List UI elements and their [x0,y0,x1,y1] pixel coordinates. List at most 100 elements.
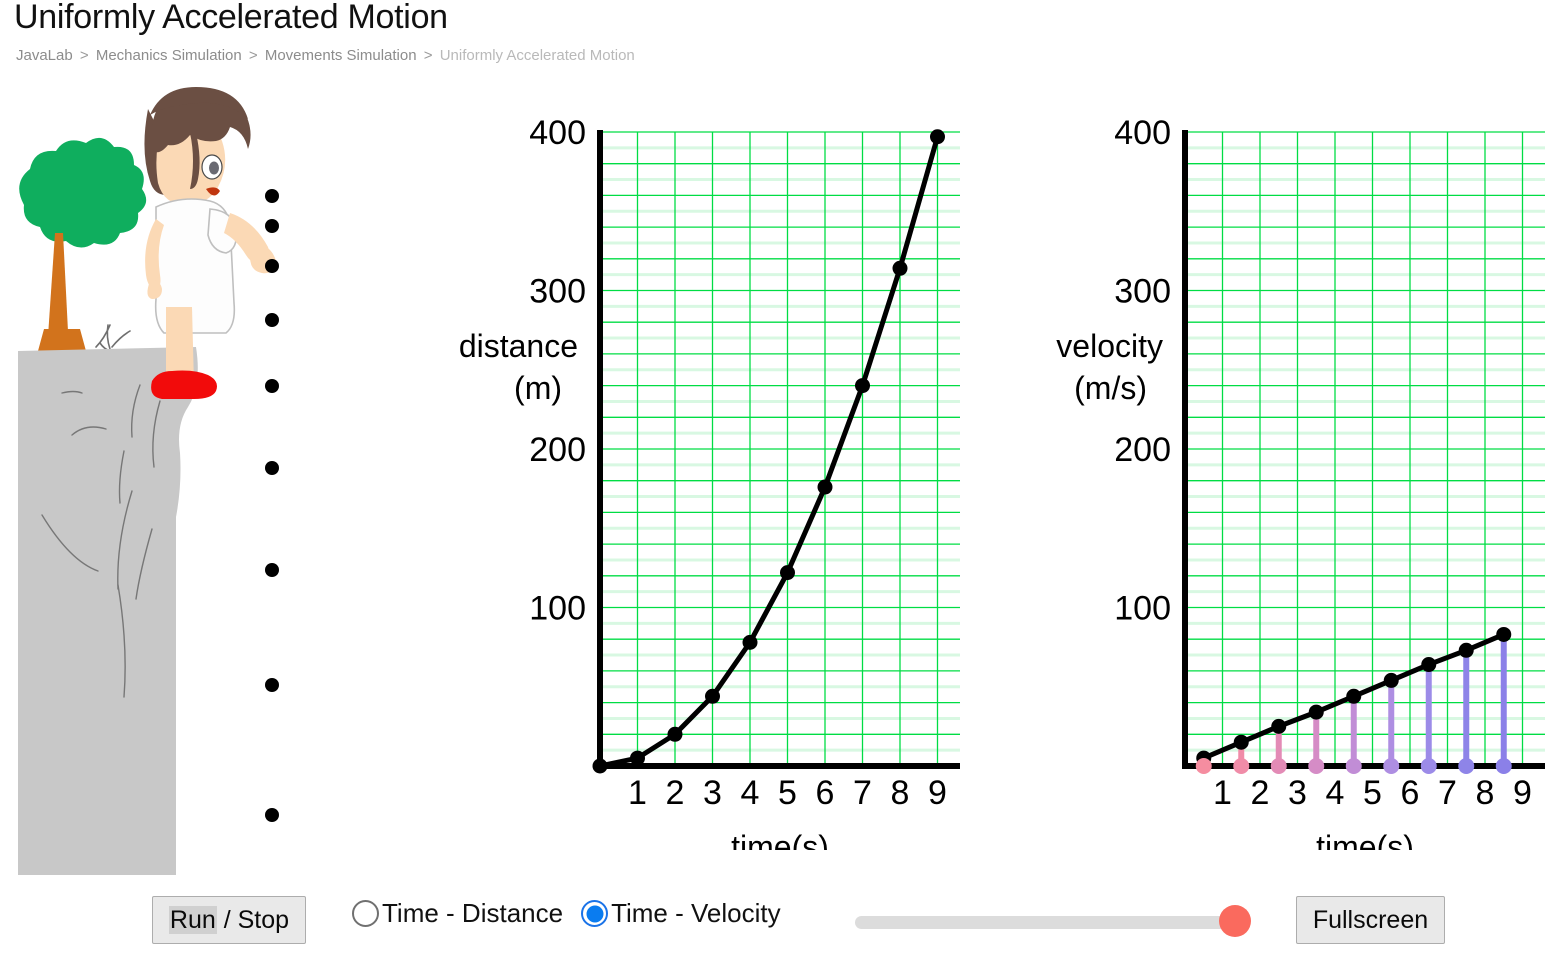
y-axis-label-unit: (m/s) [1074,370,1147,406]
data-point [1308,704,1324,720]
ball [265,563,279,577]
simulation-scene [0,85,300,875]
fullscreen-button[interactable]: Fullscreen [1296,896,1445,944]
data-point [630,750,645,766]
radio-label-time-velocity: Time - Velocity [611,898,781,928]
y-tick-label: 200 [1114,431,1171,469]
breadcrumb: JavaLab > Mechanics Simulation > Movemen… [16,47,635,64]
breadcrumb-item-javalab[interactable]: JavaLab [16,47,73,64]
y-tick-label: 400 [529,114,586,152]
x-tick-label: 6 [816,774,835,812]
y-tick-label: 100 [529,590,586,628]
drop-line-foot [1233,758,1250,774]
speed-slider[interactable] [855,905,1251,937]
x-tick-label: 7 [853,774,872,812]
x-tick-label: 1 [1213,774,1232,812]
ball [265,189,279,203]
data-point [1421,657,1437,673]
breadcrumb-separator: > [248,47,258,64]
y-tick-label: 100 [1114,590,1171,628]
x-tick-label: 9 [1513,774,1532,812]
data-point [780,565,795,581]
cliff [18,347,198,875]
data-point [592,758,608,774]
data-point [705,688,720,704]
run-stop-label-highlight: Run [168,905,217,934]
data-point [1271,718,1287,734]
drop-line-foot [1495,758,1512,774]
breadcrumb-item-movements-simulation[interactable]: Movements Simulation [265,47,417,64]
data-point [1233,734,1249,750]
drop-line-foot [1458,758,1475,774]
grass-icon [95,324,131,352]
y-tick-label: 400 [1114,114,1171,152]
x-tick-label: 8 [1476,774,1495,812]
data-point [1383,672,1399,688]
data-point [930,129,945,145]
radio-time-velocity[interactable]: Time - Velocity [581,898,781,929]
radio-time-distance[interactable]: Time - Distance [352,898,563,929]
x-tick-label: 8 [891,774,910,812]
mode-radio-group: Time - Distance Time - Velocity [352,898,781,929]
data-point [855,378,870,394]
run-stop-label-rest: / Stop [216,905,290,934]
data-point [1346,688,1362,704]
x-tick-label: 6 [1401,774,1420,812]
x-tick-label: 2 [666,774,685,812]
data-point [1458,642,1474,658]
falling-balls [265,189,279,822]
ball [265,461,279,475]
drop-line-foot [1420,758,1437,774]
y-tick-label: 300 [529,273,586,311]
slider-track[interactable] [855,916,1227,929]
x-tick-label: 2 [1251,774,1270,812]
drop-line-foot [1195,758,1212,774]
data-point [742,634,758,650]
drop-line-foot [1345,758,1362,774]
radio-dot-time-velocity[interactable] [581,900,609,927]
run-stop-button[interactable]: Run / Stop [152,896,306,944]
x-tick-label: 4 [741,774,760,812]
radio-dot-time-distance[interactable] [352,900,379,927]
data-point [892,260,908,276]
drop-line-foot [1308,758,1325,774]
breadcrumb-item-mechanics-simulation[interactable]: Mechanics Simulation [96,47,242,64]
distance-graph: 100 200 300 400 1 2 3 4 5 6 7 8 9 time(s) distance (m) [435,110,995,850]
x-tick-label: 5 [778,774,797,812]
radio-label-time-distance: Time - Distance [382,898,564,928]
breadcrumb-item-current: Uniformly Accelerated Motion [439,47,635,64]
x-axis-label: time(s) [1316,829,1414,850]
control-bar: Run / Stop Time - Distance Time - Veloci… [0,888,1567,955]
y-axis-label: velocity [1056,328,1163,364]
y-axis-label: distance [459,328,578,364]
ball [265,313,279,327]
drop-line-foot [1270,758,1287,774]
x-tick-label: 9 [928,774,947,812]
slider-thumb[interactable] [1219,905,1251,937]
data-line [597,134,940,769]
ball [265,259,279,273]
data-point [667,726,683,742]
x-tick-label: 3 [703,774,722,812]
x-tick-label: 4 [1326,774,1345,812]
data-point [1496,626,1512,642]
breadcrumb-separator: > [79,47,89,64]
velocity-graph: 100 200 300 400 1 2 3 4 5 6 7 8 9 time(s) velocity (m/s… [1030,110,1565,850]
tree-icon [19,137,147,351]
ball [265,808,279,822]
x-tick-label: 5 [1363,774,1382,812]
y-tick-label: 200 [529,431,586,469]
x-tick-label: 3 [1288,774,1307,812]
ball [265,219,279,233]
x-tick-label: 1 [628,774,647,812]
y-axis-label-unit: (m) [514,370,562,406]
ball [265,379,279,393]
page-title: Uniformly Accelerated Motion [14,0,448,36]
breadcrumb-separator: > [423,47,433,64]
y-tick-label: 300 [1114,273,1171,311]
fullscreen-label: Fullscreen [1312,905,1429,934]
ball [265,678,279,692]
data-point [817,479,833,495]
x-axis-label: time(s) [731,829,829,850]
drop-line-foot [1383,758,1400,774]
